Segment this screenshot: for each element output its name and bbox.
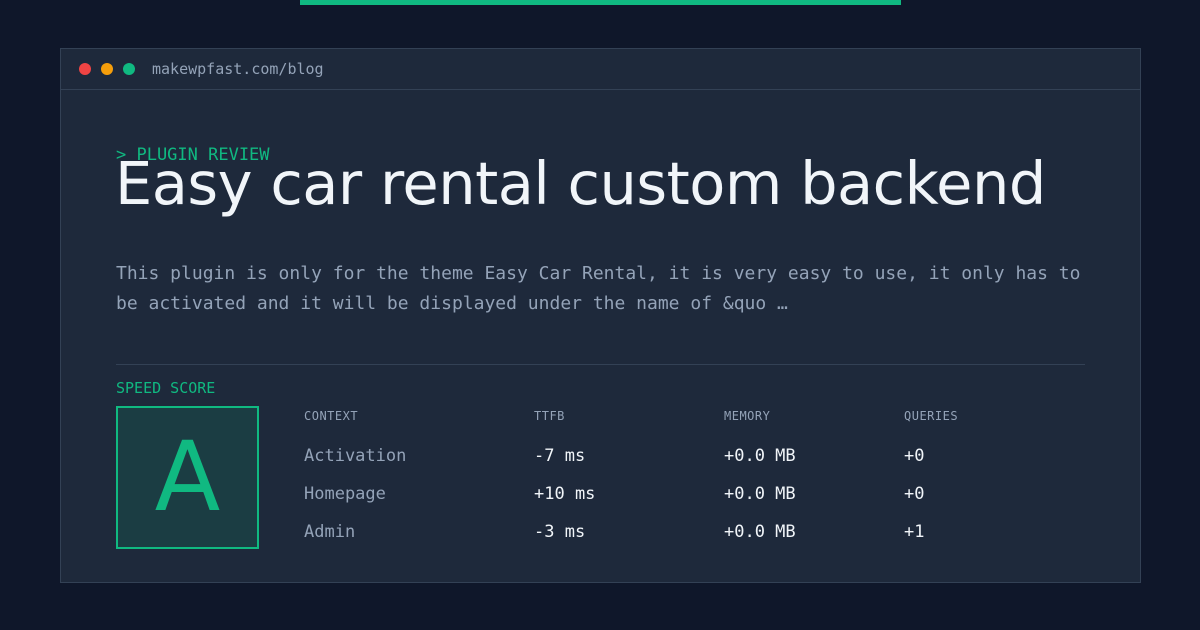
- speed-grade-badge: A: [116, 406, 259, 549]
- row-activation-ttfb: -7 ms: [534, 446, 586, 466]
- table-header-context: CONTEXT: [304, 409, 359, 423]
- row-homepage-queries: +0: [904, 484, 925, 504]
- row-admin-context: Admin: [304, 522, 356, 542]
- minimize-dot-icon: [101, 63, 113, 75]
- table-header-queries: QUERIES: [904, 409, 959, 423]
- content-divider: [116, 364, 1085, 365]
- row-homepage-memory: +0.0 MB: [724, 484, 796, 504]
- row-admin-ttfb: -3 ms: [534, 522, 586, 542]
- row-admin-queries: +1: [904, 522, 925, 542]
- speed-score-label: SPEED SCORE: [116, 379, 216, 397]
- window-titlebar: makewpfast.com/blog: [61, 49, 1140, 90]
- row-homepage-context: Homepage: [304, 484, 386, 504]
- table-header-ttfb: TTFB: [534, 409, 565, 423]
- maximize-dot-icon: [123, 63, 135, 75]
- row-activation-memory: +0.0 MB: [724, 446, 796, 466]
- browser-window: makewpfast.com/blog > PLUGIN REVIEW Easy…: [60, 48, 1141, 583]
- row-activation-queries: +0: [904, 446, 925, 466]
- article-title: Easy car rental custom backend: [115, 149, 1046, 218]
- row-admin-memory: +0.0 MB: [724, 522, 796, 542]
- row-activation-context: Activation: [304, 446, 407, 466]
- window-url: makewpfast.com/blog: [152, 60, 324, 78]
- row-homepage-ttfb: +10 ms: [534, 484, 596, 504]
- article-description: This plugin is only for the theme Easy C…: [116, 263, 1081, 314]
- close-dot-icon: [79, 63, 91, 75]
- top-accent-bar: [300, 0, 901, 5]
- table-header-memory: MEMORY: [724, 409, 771, 423]
